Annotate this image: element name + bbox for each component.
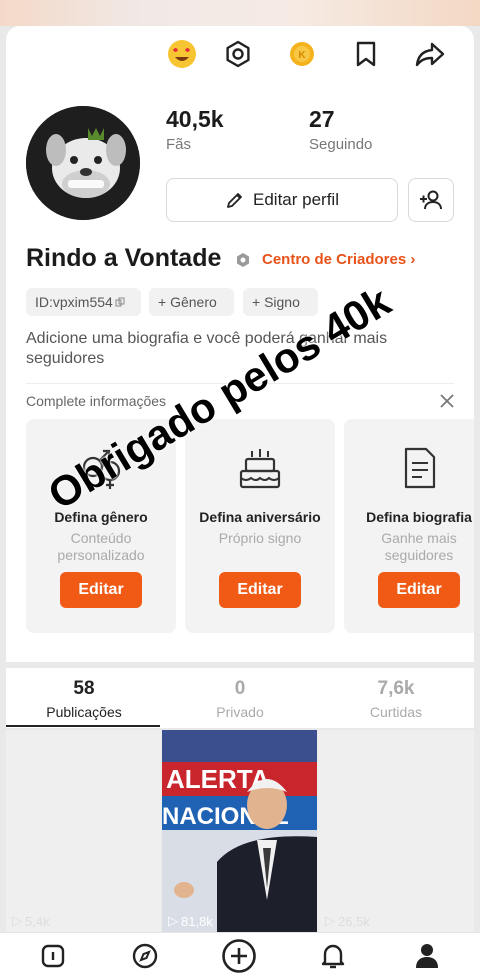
profile-icon[interactable] [410,939,444,973]
task-subtitle: Ganhe mais seguidores [381,530,457,563]
tab-publications[interactable]: 58 Publicações [6,668,162,728]
view-count: ▷ 81,8k [168,913,213,929]
profile-card: K 40,5k Fãs 27 Seguindo Editar perfil Ri… [6,26,474,662]
video-thumbnail[interactable]: ALERTA NACIONAL ▷ 81,8k [162,730,317,932]
play-icon: ▷ [325,913,335,928]
discover-icon[interactable] [128,939,162,973]
bottom-nav [0,932,480,979]
creator-center-label: Centro de Criadores [262,251,407,268]
complete-info-title: Complete informações [26,393,167,409]
verified-badge-icon [237,253,249,267]
play-icon: ▷ [168,913,178,928]
share-icon[interactable] [410,36,450,72]
cake-icon [185,445,335,491]
edit-profile-button[interactable]: Editar perfil [166,178,398,222]
video-grid: ▷ 5,4k ALERTA NACIONAL ▷ 81,8k ▷ 26,5k [6,730,474,932]
chevron-right-icon: › [410,251,416,268]
content-tabs: 58 Publicações 0 Privado 7,6k Curtidas [6,668,474,728]
add-friend-button[interactable] [408,178,454,222]
coin-icon[interactable]: K [284,36,320,72]
status-bar-area [0,0,480,26]
task-title: Defina aniversário [189,509,331,525]
following-count[interactable]: 27 [309,106,335,133]
svg-text:K: K [298,50,306,61]
video-thumbnail[interactable]: ▷ 5,4k [6,730,160,932]
settings-icon[interactable] [220,36,256,72]
tab-count: 58 [73,678,95,699]
task-title: Defina biografia [366,509,472,525]
tab-label: Curtidas [369,704,423,720]
tab-label: Privado [216,704,264,720]
active-tab-indicator [6,725,160,727]
fans-count[interactable]: 40,5k [166,106,224,133]
play-icon: ▷ [12,913,22,928]
task-title: Defina gênero [54,509,148,525]
following-label: Seguindo [309,136,373,153]
task-card-birthday: Defina aniversário Próprio signo Editar [185,419,335,633]
edit-birthday-button[interactable]: Editar [219,572,301,608]
tab-label: Publicações [46,704,122,720]
view-count: ▷ 26,5k [325,913,370,929]
close-icon[interactable] [438,392,456,410]
view-count: ▷ 5,4k [12,913,50,929]
add-user-icon [420,190,442,210]
pencil-icon [227,193,242,208]
profile-name: Rindo a Vontade [26,244,221,273]
task-subtitle: Próprio signo [218,530,302,546]
notifications-icon[interactable] [316,939,350,973]
user-id-text: ID:vpxim554 [35,294,113,310]
tab-count: 0 [234,678,246,699]
avatar[interactable] [26,106,140,220]
edit-bio-button[interactable]: Editar [378,572,460,608]
bookmark-icon[interactable] [348,36,384,72]
heart-eyes-emoji-icon[interactable] [164,36,200,72]
task-subtitle: Conteúdo personalizado [57,530,145,563]
gender-chip[interactable]: + Gênero [149,288,234,316]
creator-center-link[interactable]: Centro de Criadores › [262,251,415,268]
edit-profile-label: Editar perfil [253,190,339,209]
profile-name-text: Rindo a Vontade [26,244,222,272]
tab-likes[interactable]: 7,6k Curtidas [318,668,474,728]
document-icon [344,445,474,491]
edit-gender-button[interactable]: Editar [60,572,142,608]
task-title-text: Defina aniversário [199,509,321,525]
home-icon[interactable] [36,939,70,973]
tab-private[interactable]: 0 Privado [162,668,318,728]
sign-chip[interactable]: + Signo [243,288,318,316]
user-id-chip[interactable]: ID:vpxim554 [26,288,141,316]
task-card-bio: Defina biografia Ganhe mais seguidores E… [344,419,474,633]
tab-count: 7,6k [377,678,415,699]
create-icon[interactable] [220,939,258,973]
fans-label: Fãs [166,136,192,153]
copy-icon [115,294,125,310]
video-thumbnail[interactable]: ▷ 26,5k [319,730,474,932]
